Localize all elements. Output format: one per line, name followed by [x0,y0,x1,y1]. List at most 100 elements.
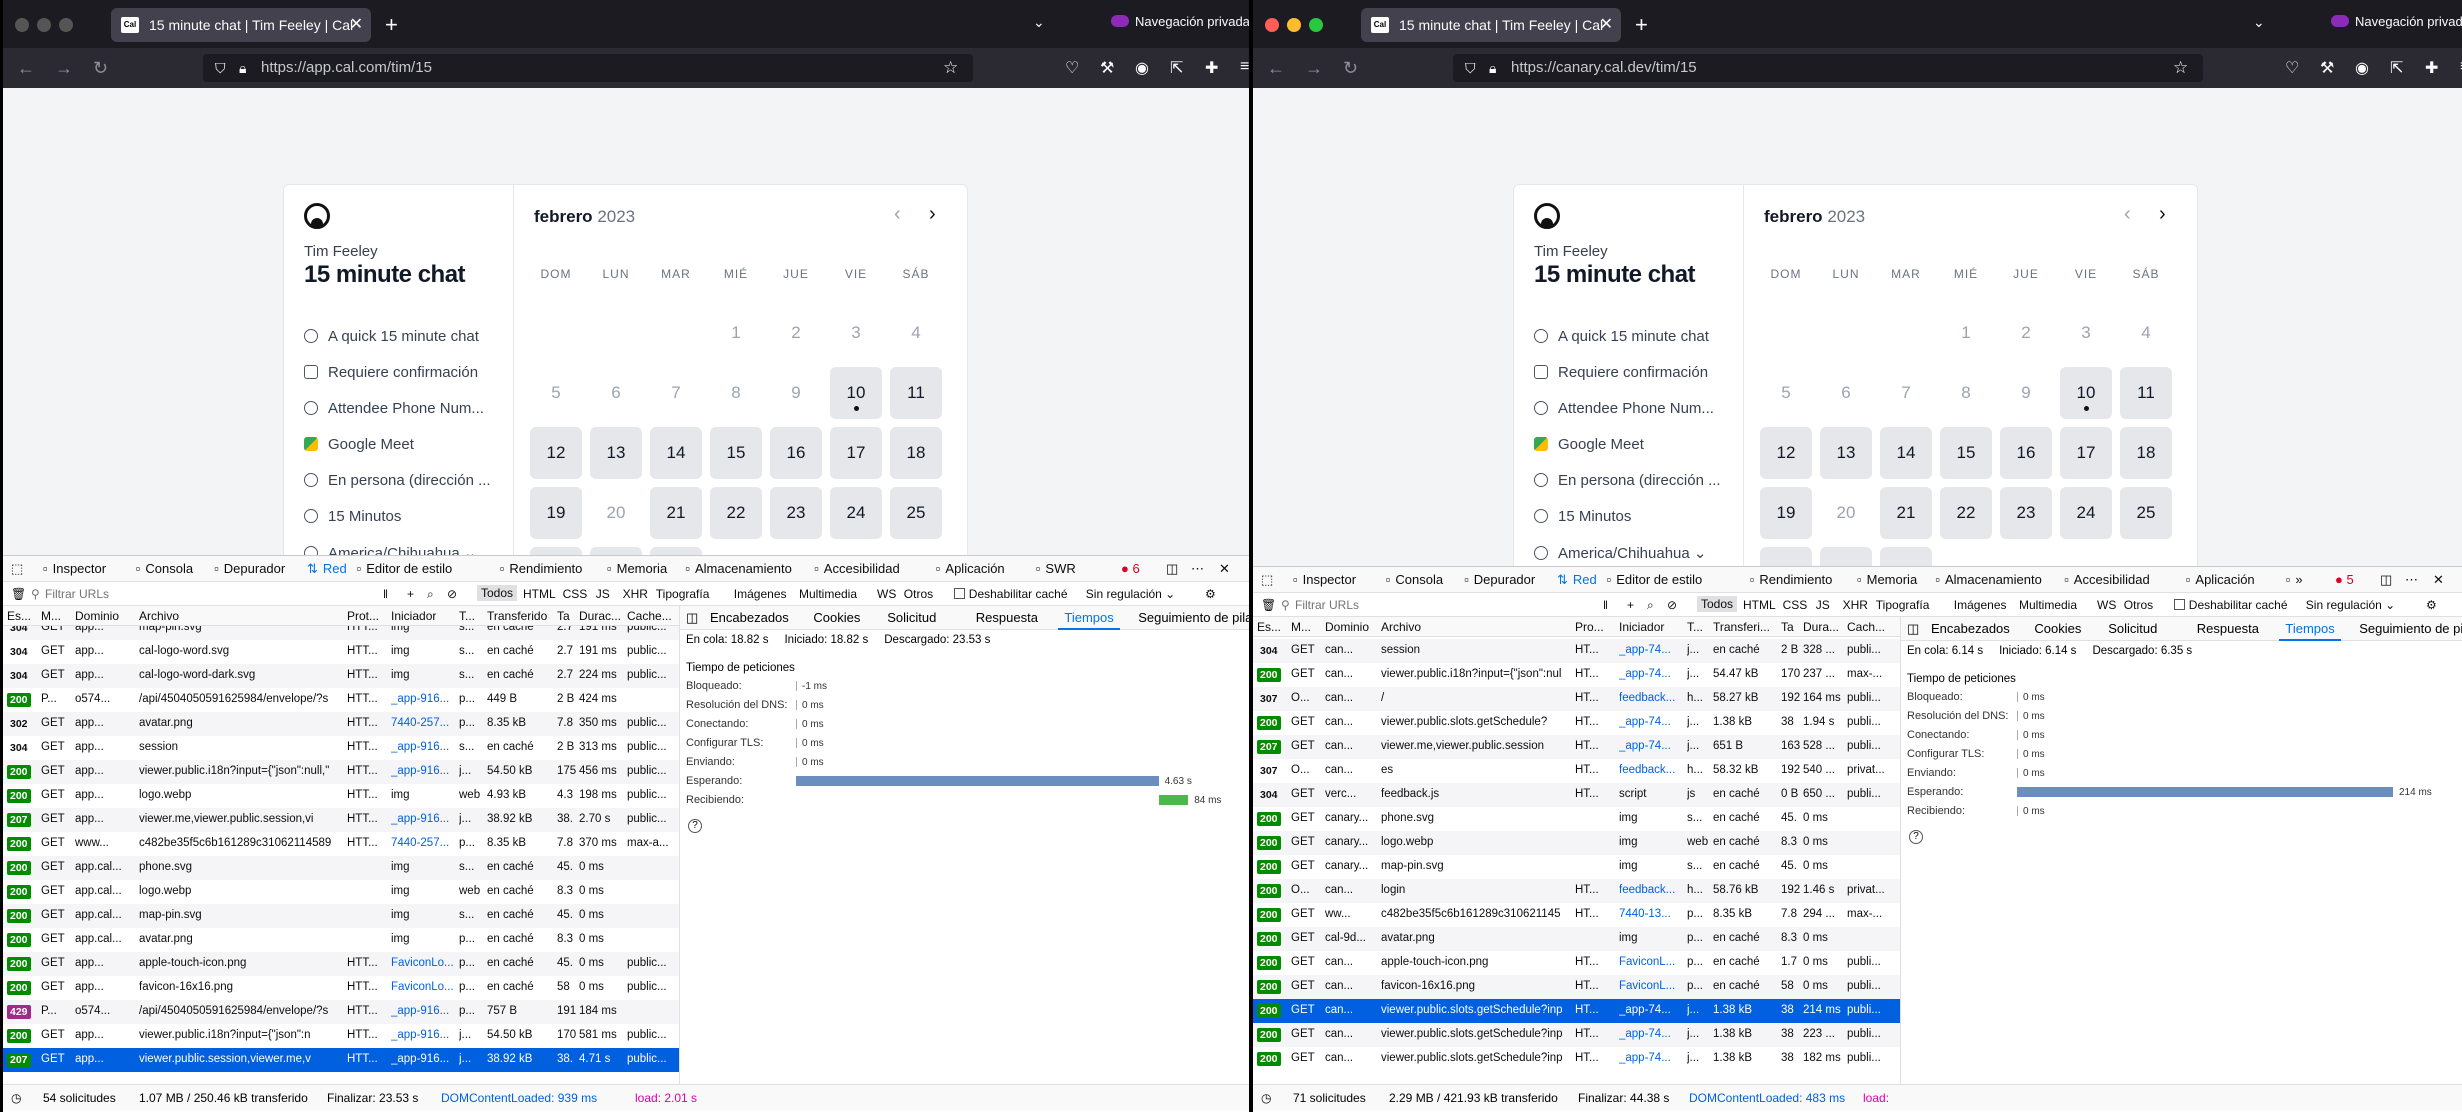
request-row[interactable]: 304 GET app... session HTT... _app-916... s...… [3,736,679,760]
request-row[interactable]: 200 O... can... login HT... feedback... h... 58… [1253,879,1900,903]
calendar-day[interactable]: 13 [1820,427,1872,479]
extensions-puzzle-icon[interactable]: ✚ [2425,58,2438,78]
devtools-tab-aplicaci-n[interactable]: ▫ Aplicación [2186,572,2255,587]
search-icon[interactable]: ⌕ [1647,598,1654,613]
more-options-icon[interactable]: ⋯ [2405,572,2418,588]
share-icon[interactable]: ⇱ [2390,58,2403,78]
column-header[interactable]: Dominio [1325,620,1385,634]
details-tab-3[interactable]: Respuesta [2197,621,2259,636]
tools-icon[interactable]: ⚒ [2320,58,2334,78]
prev-month-chevron-icon[interactable]: ‹ [894,203,901,226]
column-header[interactable]: Ta [557,609,577,623]
filter-type-4[interactable]: XHR [623,587,648,601]
close-tab-icon[interactable]: ✕ [1600,8,1613,42]
request-row[interactable]: 200 GET can... viewer.public.slots.getSched… [1253,1047,1900,1071]
clear-requests-icon[interactable]: 🗑︎ [1261,598,1276,612]
calendar-day[interactable]: 10 [2060,367,2112,419]
pause-icon[interactable]: ‖ [1603,598,1608,612]
browser-tab[interactable]: Cal 15 minute chat | Tim Feeley | Cal ✕ [1361,8,1621,42]
pocket-icon[interactable]: ♡ [1065,58,1079,78]
column-header[interactable]: M... [41,609,67,623]
column-header[interactable]: Durac... [579,609,623,623]
filter-type-7[interactable]: Multimedia [2019,598,2077,612]
request-row[interactable]: 307 O... can... es HT... feedback... h... 58.32… [1253,759,1900,783]
column-header[interactable]: Dominio [75,609,135,623]
column-header[interactable]: Ta [1781,620,1801,634]
calendar-day[interactable]: 17 [830,427,882,479]
share-icon[interactable]: ⇱ [1170,58,1183,78]
devtools-tab-almacenamiento[interactable]: ▫ Almacenamiento [685,561,791,576]
throttling-select[interactable]: Sin regulación ⌄ [2306,598,2395,612]
calendar-day[interactable]: 15 [710,427,762,479]
calendar-day[interactable]: 11 [890,367,942,419]
column-header[interactable]: Iniciador [391,609,457,623]
details-tab-2[interactable]: Solicitud [2108,621,2157,636]
request-row[interactable]: 200 GET ww... c482be35f5c6b161289c310621145… [1253,903,1900,927]
filter-type-6[interactable]: Imágenes [1954,598,2007,612]
request-row[interactable]: 304 GET app... cal-logo-word.svg HTT... img s.… [3,640,679,664]
devtools-tab-inspector[interactable]: ▫ Inspector [43,561,106,576]
details-tab-4[interactable]: Tiempos [1058,610,1121,630]
lock-icon[interactable]: 🔒︎ [239,54,246,82]
request-row[interactable]: 304 GET app... map-pin.svg HTT... img s... en c… [3,626,679,640]
details-tab-2[interactable]: Solicitud [887,610,936,625]
column-header[interactable]: Iniciador [1619,620,1685,634]
column-header[interactable]: M... [1291,620,1317,634]
new-tab-button[interactable]: + [385,8,398,42]
devtools-tab-inspector[interactable]: ▫ Inspector [1293,572,1356,587]
extension-icon[interactable]: ◉ [1135,58,1149,78]
calendar-day[interactable]: 22 [1940,487,1992,539]
devtools-tab-rendimiento[interactable]: ▫ Rendimiento [1750,572,1833,587]
clear-requests-icon[interactable]: 🗑︎ [11,587,26,601]
calendar-day[interactable]: 27 [1820,547,1872,566]
request-row[interactable]: 200 GET app.cal... phone.svg img s... en caché… [3,856,679,880]
close-devtools-icon[interactable]: ✕ [2433,572,2444,588]
request-row[interactable]: 207 GET app... viewer.me,viewer.public.sess… [3,808,679,832]
next-month-chevron-icon[interactable]: › [929,203,936,226]
filter-type-5[interactable]: Tipografía [1876,598,1930,612]
devtools-tab-consola[interactable]: ▫ Consola [136,561,193,576]
filter-type-1[interactable]: HTML [523,587,556,601]
toggle-sidebar-icon[interactable]: ◫ [1907,621,1919,637]
details-tab-1[interactable]: Cookies [813,610,860,625]
devtools-tab-almacenamiento[interactable]: ▫ Almacenamiento [1935,572,2041,587]
new-tab-button[interactable]: + [1635,8,1648,42]
dock-icon[interactable]: ◫ [2380,572,2392,588]
column-header[interactable]: Transferido [487,609,555,623]
request-row[interactable]: 207 GET can... viewer.me,viewer.public.sess… [1253,735,1900,759]
request-row[interactable]: 200 GET can... favicon-16x16.png HT... Favico… [1253,975,1900,999]
column-header[interactable]: Es... [7,609,37,623]
block-icon[interactable]: ⊘ [447,587,457,601]
calendar-day[interactable]: 21 [1880,487,1932,539]
details-tab-1[interactable]: Cookies [2034,621,2081,636]
prev-month-chevron-icon[interactable]: ‹ [2124,203,2131,226]
column-header[interactable]: Prot... [347,609,389,623]
close-window-button[interactable] [1265,18,1279,32]
devtools-tab-red[interactable]: ⇅ Red [1557,572,1597,588]
menu-icon[interactable]: ≡ [1240,58,1249,76]
calendar-day[interactable]: 14 [650,427,702,479]
request-row[interactable]: 200 GET can... apple-touch-icon.png HT... Fav… [1253,951,1900,975]
network-settings-gear-icon[interactable]: ⚙ [1205,587,1216,601]
list-tabs-chevron-icon[interactable]: ⌄ [2253,14,2265,31]
request-row[interactable]: 200 GET canary... phone.svg img s... en caché 4… [1253,807,1900,831]
back-icon[interactable]: ← [1267,58,1285,78]
calendar-day[interactable]: 28 [1880,547,1932,566]
calendar-day[interactable]: 24 [2060,487,2112,539]
reload-icon[interactable]: ↻ [1343,58,1358,78]
request-row[interactable]: 200 GET can... viewer.public.slots.getSched… [1253,711,1900,735]
request-row[interactable]: 200 GET can... viewer.public.slots.getSched… [1253,1023,1900,1047]
request-row[interactable]: 200 GET app... apple-touch-icon.png HTT... Fa… [3,952,679,976]
filter-type-2[interactable]: CSS [1783,598,1808,612]
help-icon[interactable]: ? [688,819,702,833]
column-header[interactable]: T... [459,609,481,623]
pause-icon[interactable]: ‖ [383,587,388,601]
column-header[interactable]: Es... [1257,620,1287,634]
devtools-tab-aplicaci-n[interactable]: ▫ Aplicación [936,561,1005,576]
calendar-day[interactable]: 19 [530,487,582,539]
network-settings-gear-icon[interactable]: ⚙ [2426,598,2437,612]
forward-icon[interactable]: → [55,58,73,78]
column-header[interactable]: Transferi... [1713,620,1779,634]
request-row[interactable]: 302 GET app... avatar.png HTT... 7440-257... p… [3,712,679,736]
request-row[interactable]: 200 GET can... viewer.public.slots.getSched… [1253,999,1900,1023]
